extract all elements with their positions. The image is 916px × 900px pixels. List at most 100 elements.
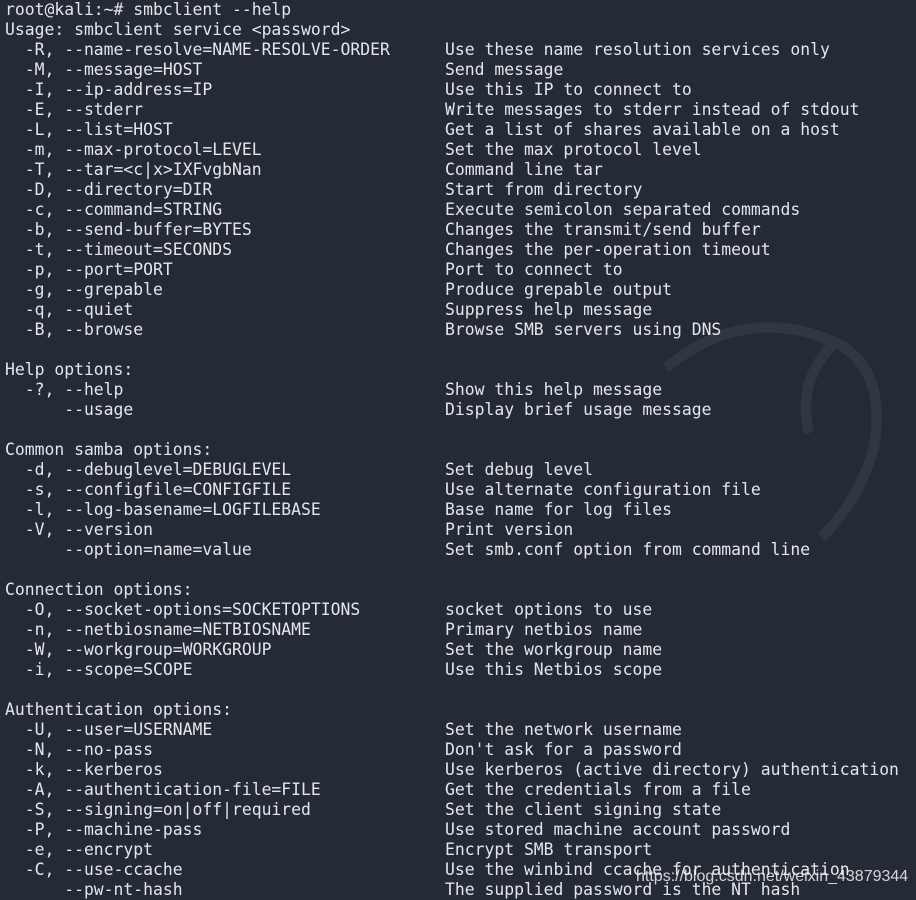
option-flag: -k, --kerberos (5, 760, 163, 779)
option-flag: -W, --workgroup=WORKGROUP (5, 640, 272, 659)
option-description: Command line tar (445, 160, 603, 179)
option-flag: -c, --command=STRING (5, 200, 223, 219)
option-flag: Usage: smbclient service <password> (5, 20, 351, 39)
terminal-line: --option=name=value Set smb.conf option f… (5, 540, 810, 560)
option-flag: -q, --quiet (5, 300, 134, 319)
terminal-line: -e, --encrypt Encrypt SMB transport (5, 840, 653, 860)
option-description: Set debug level (445, 460, 594, 479)
terminal-line: -W, --workgroup=WORKGROUP Set the workgro… (5, 640, 662, 660)
option-flag: -T, --tar=<c|x>IXFvgbNan (5, 160, 262, 179)
option-description: Show this help message (445, 380, 663, 399)
option-description: Changes the per-operation timeout (445, 240, 771, 259)
option-description: Encrypt SMB transport (445, 840, 653, 859)
terminal-line: --usage Display brief usage message (5, 400, 711, 420)
option-description: Suppress help message (445, 300, 653, 319)
option-description: Display brief usage message (445, 400, 712, 419)
option-flag: -e, --encrypt (5, 840, 154, 859)
terminal-line: Usage: smbclient service <password> (5, 20, 350, 40)
terminal-line: Help options: (5, 360, 291, 380)
terminal-line: -O, --socket-options=SOCKETOPTIONS socket… (5, 600, 653, 620)
option-description: Changes the transmit/send buffer (445, 220, 761, 239)
option-description: Set the max protocol level (445, 140, 702, 159)
terminal-line: -E, --stderr Write messages to stderr ins… (5, 100, 860, 120)
terminal-line: -A, --authentication-file=FILE Get the cr… (5, 780, 751, 800)
option-flag: -E, --stderr (5, 100, 144, 119)
terminal-line: -D, --directory=DIR Start from directory (5, 180, 643, 200)
terminal-line: -m, --max-protocol=LEVEL Set the max prot… (5, 140, 702, 160)
option-flag: -I, --ip-address=IP (5, 80, 213, 99)
option-flag: -t, --timeout=SECONDS (5, 240, 232, 259)
terminal-line: -C, --use-ccache Use the winbind ccache f… (5, 860, 850, 880)
terminal-line: Authentication options: (5, 700, 291, 720)
option-flag: -P, --machine-pass (5, 820, 203, 839)
terminal-line: -k, --kerberos Use kerberos (active direc… (5, 760, 899, 780)
terminal-line: -I, --ip-address=IP Use this IP to connec… (5, 80, 692, 100)
option-flag: --option=name=value (5, 540, 252, 559)
option-flag: -S, --signing=on|off|required (5, 800, 311, 819)
option-flag: -i, --scope=SCOPE (5, 660, 193, 679)
option-flag: -O, --socket-options=SOCKETOPTIONS (5, 600, 361, 619)
terminal-line: -g, --grepable Produce grepable output (5, 280, 672, 300)
option-description: Use stored machine account password (445, 820, 791, 839)
option-description: Browse SMB servers using DNS (445, 320, 722, 339)
terminal-line: Connection options: (5, 580, 291, 600)
terminal-line: -T, --tar=<c|x>IXFvgbNan Command line tar (5, 160, 603, 180)
option-description: Execute semicolon separated commands (445, 200, 801, 219)
option-flag: -L, --list=HOST (5, 120, 173, 139)
terminal-line: -M, --message=HOST Send message (5, 60, 564, 80)
option-flag: -M, --message=HOST (5, 60, 203, 79)
terminal-line: -R, --name-resolve=NAME-RESOLVE-ORDER Use… (5, 40, 830, 60)
option-description: Set the client signing state (445, 800, 722, 819)
option-flag: -d, --debuglevel=DEBUGLEVEL (5, 460, 292, 479)
terminal-line: --pw-nt-hash The supplied password is the… (5, 880, 800, 900)
option-flag: -n, --netbiosname=NETBIOSNAME (5, 620, 311, 639)
option-flag: -b, --send-buffer=BYTES (5, 220, 252, 239)
option-description: socket options to use (445, 600, 653, 619)
option-flag: -?, --help (5, 380, 124, 399)
terminal-line: -i, --scope=SCOPE Use this Netbios scope (5, 660, 662, 680)
terminal-output[interactable]: root@kali:~# smbclient --help Usage: smb… (5, 0, 899, 900)
option-flag: -V, --version (5, 520, 154, 539)
option-flag: -B, --browse (5, 320, 144, 339)
terminal-line: -d, --debuglevel=DEBUGLEVEL Set debug lev… (5, 460, 593, 480)
option-description: Produce grepable output (445, 280, 672, 299)
option-description: Use alternate configuration file (445, 480, 761, 499)
option-description: Get the credentials from a file (445, 780, 751, 799)
option-flag: -g, --grepable (5, 280, 163, 299)
terminal-line: -q, --quiet Suppress help message (5, 300, 653, 320)
option-flag: -N, --no-pass (5, 740, 154, 759)
option-flag: -l, --log-basename=LOGFILEBASE (5, 500, 321, 519)
terminal-line: Common samba options: (5, 440, 291, 460)
terminal-line: -N, --no-pass Don't ask for a password (5, 740, 682, 760)
option-flag: -U, --user=USERNAME (5, 720, 213, 739)
option-description: Write messages to stderr instead of stdo… (445, 100, 860, 119)
option-description: Get a list of shares available on a host (445, 120, 840, 139)
option-description: Send message (445, 60, 564, 79)
option-description: Use kerberos (active directory) authenti… (445, 760, 899, 779)
option-description: Use these name resolution services only (445, 40, 830, 59)
option-description: Print version (445, 520, 574, 539)
option-flag: Authentication options: (5, 700, 232, 719)
terminal-line: -U, --user=USERNAME Set the network usern… (5, 720, 682, 740)
terminal-line: -?, --help Show this help message (5, 380, 662, 400)
terminal-line: -p, --port=PORT Port to connect to (5, 260, 623, 280)
option-description: Use this Netbios scope (445, 660, 663, 679)
option-flag: -D, --directory=DIR (5, 180, 213, 199)
terminal-line: -P, --machine-pass Use stored machine acc… (5, 820, 791, 840)
terminal-line: -B, --browse Browse SMB servers using DNS (5, 320, 722, 340)
option-description: Set smb.conf option from command line (445, 540, 811, 559)
terminal-line: -L, --list=HOST Get a list of shares avai… (5, 120, 840, 140)
option-flag: -p, --port=PORT (5, 260, 173, 279)
terminal-line: -b, --send-buffer=BYTES Changes the trans… (5, 220, 761, 240)
option-flag: -s, --configfile=CONFIGFILE (5, 480, 292, 499)
terminal-line: -l, --log-basename=LOGFILEBASE Base name … (5, 500, 672, 520)
terminal-line: -V, --version Print version (5, 520, 574, 540)
option-description: Base name for log files (445, 500, 672, 519)
option-description: Set the network username (445, 720, 682, 739)
terminal-line: -t, --timeout=SECONDS Changes the per-ope… (5, 240, 771, 260)
option-description: Don't ask for a password (445, 740, 682, 759)
